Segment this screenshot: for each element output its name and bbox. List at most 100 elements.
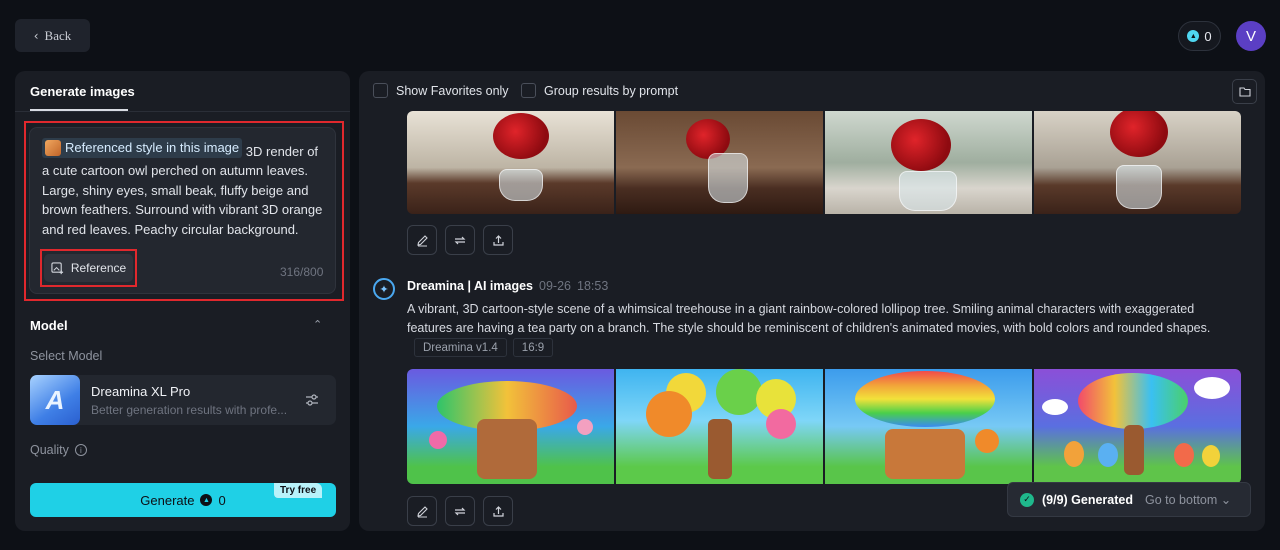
candy-ball	[577, 419, 593, 435]
panel-divider	[15, 111, 350, 112]
reference-chip-label: Referenced style in this image	[65, 140, 240, 155]
generated-image[interactable]	[825, 369, 1032, 484]
chevron-up-icon[interactable]: ⌃	[313, 318, 322, 331]
generate-label: Generate	[140, 492, 195, 508]
image-row-treehouse	[407, 369, 1241, 484]
message-date: 09-26	[539, 279, 571, 293]
chevron-down-icon: ⌄	[1220, 493, 1232, 507]
credit-coin-icon: ▲	[1187, 30, 1200, 42]
vase-shape	[899, 171, 957, 211]
show-favorites-checkbox[interactable]	[373, 83, 388, 98]
rose-shape	[1110, 111, 1168, 157]
message-time: 18:53	[577, 279, 609, 293]
results-panel: Show Favorites only Group results by pro…	[359, 71, 1265, 531]
quality-label: Quality	[30, 443, 69, 457]
group-results-label: Group results by prompt	[544, 83, 679, 98]
dreamina-logo-icon: ✦	[373, 278, 395, 300]
generated-image[interactable]	[1034, 369, 1241, 484]
results-toolbar: Show Favorites only Group results by pro…	[359, 71, 1265, 111]
credits-count: 0	[1204, 28, 1212, 44]
generated-image[interactable]	[1034, 111, 1241, 214]
user-avatar[interactable]: V	[1236, 21, 1266, 51]
back-label: Back	[44, 27, 72, 43]
cloud-shape	[1194, 377, 1230, 399]
aspect-ratio-tag: 16:9	[512, 338, 554, 357]
model-version-tag: Dreamina v1.4	[414, 338, 507, 357]
prompt-text-content[interactable]: Referenced style in this image 3D render…	[42, 138, 327, 239]
candy-ball	[646, 391, 692, 437]
treehouse-shape	[477, 419, 537, 479]
message-prompt: A vibrant, 3D cartoon-style scene of a w…	[407, 302, 1211, 335]
rose-shape	[493, 113, 549, 159]
pencil-icon	[416, 505, 428, 517]
tree-trunk	[708, 419, 732, 479]
model-section-title: Model	[30, 318, 68, 333]
show-favorites-toggle[interactable]: Show Favorites only	[373, 83, 509, 98]
vase-shape	[1116, 165, 1162, 209]
upload-icon	[492, 234, 504, 246]
generate-cost: 0	[218, 492, 226, 508]
go-to-bottom-link[interactable]: Go to bottom ⌄	[1145, 492, 1231, 507]
generated-image[interactable]	[407, 369, 614, 484]
candy-ball	[766, 409, 796, 439]
credits-indicator[interactable]: ▲ 0	[1178, 21, 1221, 51]
credit-coin-icon: ▲	[200, 494, 213, 506]
reference-button[interactable]: Reference	[44, 254, 133, 282]
message-sender: Dreamina | AI images	[407, 279, 534, 293]
generated-image[interactable]	[616, 369, 823, 484]
repeat-icon	[454, 236, 466, 244]
sliders-icon[interactable]	[304, 392, 320, 408]
tree-trunk	[1124, 425, 1144, 475]
share-button[interactable]	[483, 496, 513, 526]
check-circle-icon: ✓	[1020, 492, 1034, 507]
reference-button-label: Reference	[70, 261, 127, 275]
character-counter: 316/800	[280, 265, 324, 279]
model-thumbnail: A	[30, 375, 80, 425]
add-image-icon	[51, 261, 63, 274]
regenerate-button[interactable]	[445, 496, 475, 526]
candy-ball	[429, 431, 447, 449]
message-header: Dreamina | AI images 09-26 18:53	[407, 279, 608, 293]
vase-shape	[708, 153, 748, 203]
prompt-text: 3D render of a cute cartoon owl perched …	[42, 143, 323, 237]
folder-icon	[1238, 87, 1251, 97]
regenerate-button[interactable]	[445, 225, 475, 255]
reference-thumbnail	[45, 139, 61, 156]
generation-status-toast: ✓ (9/9) Generated Go to bottom ⌄	[1007, 482, 1251, 517]
generated-image[interactable]	[616, 111, 823, 214]
try-free-badge: Try free	[274, 483, 323, 498]
edit-button[interactable]	[407, 225, 437, 255]
select-model-label: Select Model	[30, 349, 103, 363]
share-button[interactable]	[483, 225, 513, 255]
image-row-roses	[407, 111, 1241, 214]
rainbow-canopy	[1078, 373, 1188, 429]
group-results-toggle[interactable]: Group results by prompt	[521, 83, 678, 98]
quality-row: Quality i	[30, 443, 87, 457]
edit-button[interactable]	[407, 496, 437, 526]
tab-generate-images[interactable]: Generate images	[30, 84, 135, 99]
message-tags: Dreamina v1.4 16:9	[414, 338, 554, 357]
back-button[interactable]: ‹ Back	[15, 19, 90, 52]
show-favorites-label: Show Favorites only	[396, 83, 509, 98]
model-selector[interactable]: A Dreamina XL Pro Better generation resu…	[30, 375, 336, 425]
model-description: Better generation results with profe...	[91, 403, 286, 417]
animal-shape	[1064, 441, 1084, 467]
treehouse-shape	[885, 429, 965, 479]
chevron-left-icon: ‹	[33, 28, 39, 43]
rose-shape	[891, 119, 951, 171]
upload-icon	[492, 505, 504, 517]
animal-shape	[1202, 445, 1220, 467]
info-icon[interactable]: i	[74, 444, 87, 456]
vase-shape	[499, 169, 543, 201]
animal-shape	[975, 429, 999, 453]
candy-ball	[716, 369, 762, 415]
group-results-checkbox[interactable]	[521, 83, 536, 98]
animal-shape	[1174, 443, 1194, 467]
generated-image[interactable]	[407, 111, 614, 214]
cloud-shape	[1042, 399, 1068, 415]
generated-image[interactable]	[825, 111, 1032, 214]
repeat-icon	[454, 507, 466, 515]
folder-button[interactable]	[1232, 79, 1257, 104]
animal-shape	[1098, 443, 1118, 467]
reference-chip[interactable]: Referenced style in this image	[42, 138, 243, 158]
